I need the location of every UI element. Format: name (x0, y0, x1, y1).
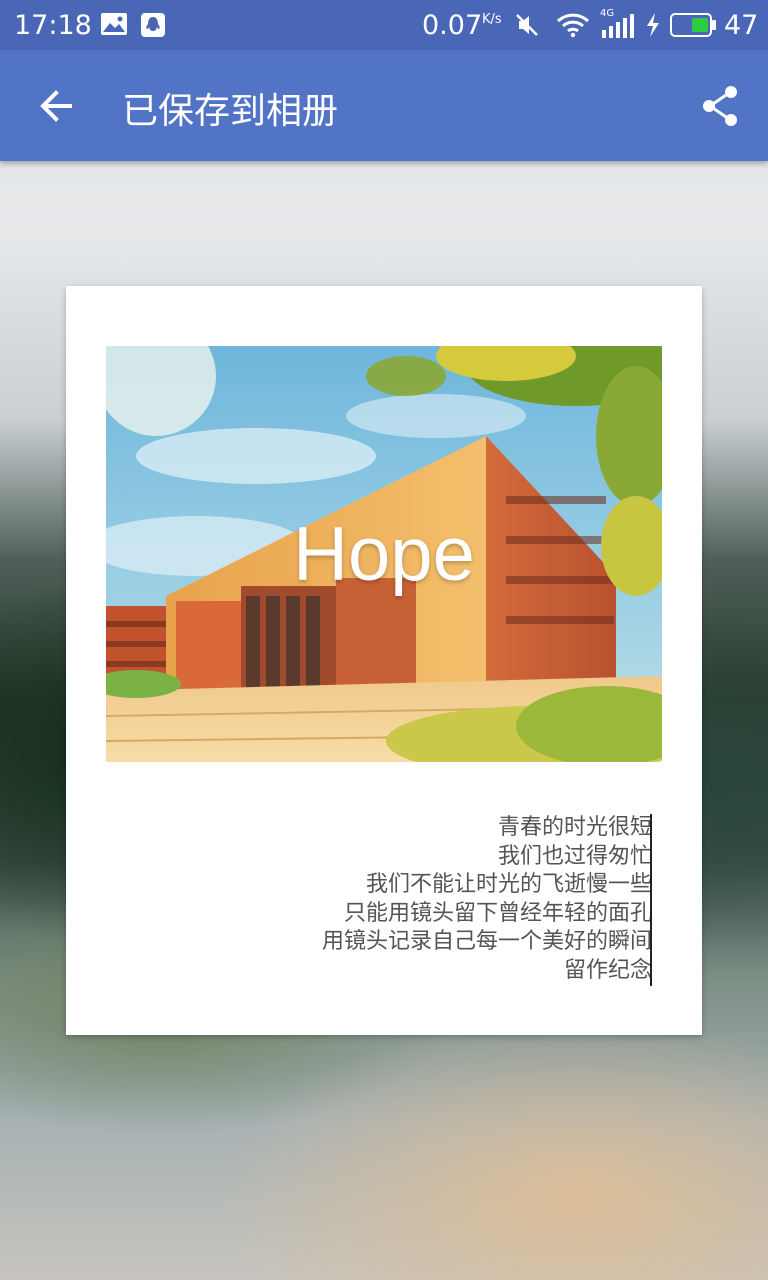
battery-icon (670, 13, 718, 41)
poem-divider (650, 814, 652, 986)
status-time: 17:18 (14, 10, 92, 41)
net-speed: 0.07 (422, 10, 483, 41)
page-title: 已保存到相册 (122, 91, 339, 132)
charging-icon (644, 12, 662, 42)
poem-line: 青春的时光很短 (497, 815, 652, 840)
poem-line: 用镜头记录自己每一个美好的瞬间 (321, 929, 652, 954)
wifi-icon (556, 12, 590, 42)
signal-icon (600, 12, 636, 44)
poem-line: 我们也过得匆忙 (497, 843, 652, 869)
app-bar: 已保存到相册 (0, 50, 768, 161)
poem-text: 青春的时光很短 我们也过得匆忙 我们不能让时光的飞逝慢一些 只能用镜头留下曾经年… (322, 814, 652, 985)
poem-line: 留作纪念 (563, 957, 652, 983)
qq-icon (140, 12, 166, 42)
image-icon (100, 12, 128, 40)
battery-level: 47 (724, 10, 759, 41)
campus-building-illustration: Hope (106, 346, 662, 762)
share-icon[interactable] (694, 80, 746, 132)
saved-postcard: Hope 青春的时光很短 我们也过得匆忙 我们不能让时光的飞逝慢一些 只能用镜头… (66, 286, 702, 1035)
status-bar: 17:18 0.07 K/s 4G 47 (0, 0, 768, 50)
poem-line: 我们不能让时光的飞逝慢一些 (365, 872, 652, 897)
image-caption: Hope (293, 511, 475, 597)
net-unit: K/s (482, 12, 502, 27)
poem-line: 只能用镜头留下曾经年轻的面孔 (343, 900, 652, 926)
arrow-back-icon[interactable] (30, 80, 82, 132)
mute-icon (514, 12, 540, 42)
